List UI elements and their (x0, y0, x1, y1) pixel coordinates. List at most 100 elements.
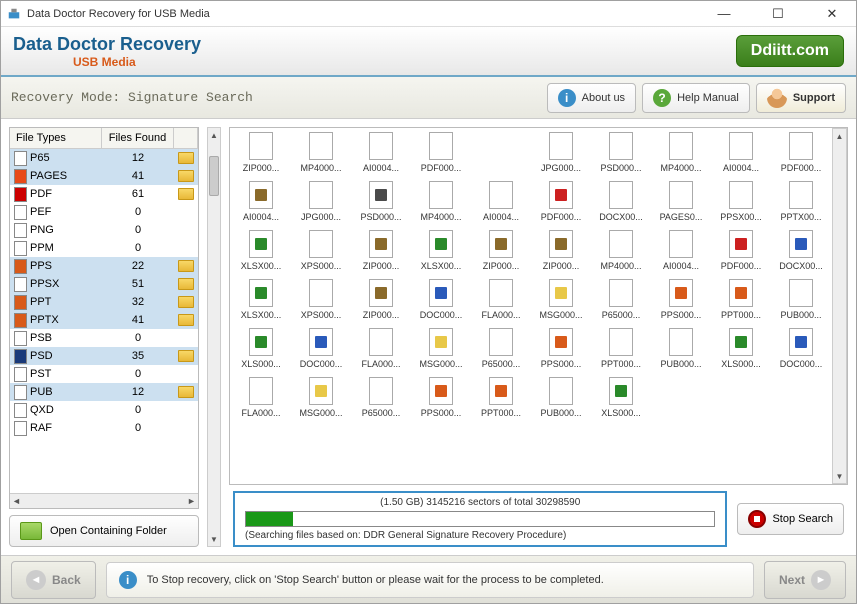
file-type-row[interactable]: PUB12 (10, 383, 198, 401)
close-button[interactable]: ✕ (814, 4, 850, 24)
vertical-scrollbar-grid[interactable]: ▲ ▼ (832, 128, 847, 484)
file-type-row[interactable]: PPM0 (10, 239, 198, 257)
file-item[interactable]: AI0004... (232, 181, 290, 222)
file-item[interactable]: PPS000... (412, 377, 470, 418)
file-item[interactable]: PDF000... (532, 181, 590, 222)
about-us-button[interactable]: i About us (547, 83, 636, 113)
file-item[interactable]: XLSX00... (412, 230, 470, 271)
folder-icon[interactable] (178, 260, 194, 272)
file-type-row[interactable]: P6512 (10, 149, 198, 167)
open-containing-folder-button[interactable]: Open Containing Folder (9, 515, 199, 547)
file-item[interactable]: DOCX00... (772, 230, 830, 271)
file-item[interactable]: MSG000... (292, 377, 350, 418)
stop-search-button[interactable]: Stop Search (737, 503, 844, 535)
file-item[interactable] (772, 377, 830, 418)
file-item[interactable]: ZIP000... (532, 230, 590, 271)
file-item[interactable]: DOCX00... (592, 181, 650, 222)
file-type-row[interactable]: PPTX41 (10, 311, 198, 329)
file-item[interactable]: AI0004... (352, 132, 410, 173)
scroll-thumb[interactable] (209, 156, 219, 196)
file-type-row[interactable]: PST0 (10, 365, 198, 383)
file-item[interactable]: XLS000... (712, 328, 770, 369)
file-item[interactable]: XLS000... (232, 328, 290, 369)
file-item[interactable] (472, 132, 530, 173)
file-item[interactable]: MP4000... (592, 230, 650, 271)
file-item[interactable]: JPG000... (292, 181, 350, 222)
file-item[interactable]: DOC000... (292, 328, 350, 369)
file-item[interactable]: PPT000... (712, 279, 770, 320)
file-item[interactable]: ZIP000... (472, 230, 530, 271)
file-item[interactable]: AI0004... (472, 181, 530, 222)
file-type-row[interactable]: PSD35 (10, 347, 198, 365)
vertical-scrollbar-left[interactable]: ▲ ▼ (207, 127, 221, 547)
file-item[interactable]: MSG000... (412, 328, 470, 369)
file-item[interactable]: XLSX00... (232, 230, 290, 271)
file-item[interactable]: FLA000... (472, 279, 530, 320)
minimize-button[interactable]: — (706, 4, 742, 24)
file-item[interactable]: DOC000... (772, 328, 830, 369)
file-type-row[interactable]: PPSX51 (10, 275, 198, 293)
horizontal-scrollbar[interactable]: ◄ ► (10, 493, 198, 508)
file-item[interactable]: PPT000... (592, 328, 650, 369)
file-item[interactable]: AI0004... (712, 132, 770, 173)
folder-icon[interactable] (178, 386, 194, 398)
file-item[interactable]: PPSX00... (712, 181, 770, 222)
file-item[interactable]: PSD000... (592, 132, 650, 173)
file-item[interactable]: PDF000... (712, 230, 770, 271)
file-item[interactable]: PDF000... (772, 132, 830, 173)
file-item[interactable]: PAGES0... (652, 181, 710, 222)
back-button[interactable]: ◄ Back (11, 561, 96, 599)
folder-icon[interactable] (178, 170, 194, 182)
file-type-row[interactable]: PPS22 (10, 257, 198, 275)
folder-icon[interactable] (178, 314, 194, 326)
file-item[interactable]: PUB000... (772, 279, 830, 320)
file-item[interactable]: PPTX00... (772, 181, 830, 222)
file-item[interactable] (652, 377, 710, 418)
file-item[interactable]: MP4000... (652, 132, 710, 173)
file-item[interactable] (712, 377, 770, 418)
scroll-up-icon[interactable]: ▲ (208, 128, 220, 142)
file-item[interactable]: MSG000... (532, 279, 590, 320)
file-grid[interactable]: ZIP000...MP4000...AI0004...PDF000...JPG0… (230, 128, 832, 484)
folder-icon[interactable] (178, 350, 194, 362)
next-button[interactable]: Next ► (764, 561, 846, 599)
file-item[interactable]: P65000... (472, 328, 530, 369)
file-type-row[interactable]: RAF0 (10, 419, 198, 437)
maximize-button[interactable]: ☐ (760, 4, 796, 24)
file-item[interactable]: XPS000... (292, 230, 350, 271)
file-type-row[interactable]: PSB0 (10, 329, 198, 347)
file-item[interactable]: PUB000... (652, 328, 710, 369)
file-item[interactable]: P65000... (592, 279, 650, 320)
header-files-found[interactable]: Files Found (102, 128, 174, 148)
scroll-down-icon[interactable]: ▼ (208, 532, 220, 546)
file-item[interactable]: ZIP000... (232, 132, 290, 173)
grid-scroll-up-icon[interactable]: ▲ (833, 129, 846, 143)
folder-icon[interactable] (178, 188, 194, 200)
file-type-row[interactable]: PNG0 (10, 221, 198, 239)
scroll-right-icon[interactable]: ► (187, 496, 196, 506)
file-item[interactable]: ZIP000... (352, 230, 410, 271)
file-item[interactable]: ZIP000... (352, 279, 410, 320)
file-item[interactable]: XLSX00... (232, 279, 290, 320)
file-item[interactable]: PPT000... (472, 377, 530, 418)
scroll-left-icon[interactable]: ◄ (12, 496, 21, 506)
file-item[interactable]: MP4000... (292, 132, 350, 173)
file-item[interactable]: MP4000... (412, 181, 470, 222)
file-item[interactable]: JPG000... (532, 132, 590, 173)
file-type-row[interactable]: QXD0 (10, 401, 198, 419)
header-file-types[interactable]: File Types (10, 128, 102, 148)
file-item[interactable]: AI0004... (652, 230, 710, 271)
folder-icon[interactable] (178, 152, 194, 164)
file-types-body[interactable]: P6512PAGES41PDF61PEF0PNG0PPM0PPS22PPSX51… (10, 149, 198, 493)
folder-icon[interactable] (178, 278, 194, 290)
file-item[interactable]: FLA000... (352, 328, 410, 369)
file-item[interactable]: PUB000... (532, 377, 590, 418)
grid-scroll-down-icon[interactable]: ▼ (833, 469, 846, 483)
file-item[interactable]: PPS000... (532, 328, 590, 369)
file-item[interactable]: FLA000... (232, 377, 290, 418)
file-item[interactable]: XLS000... (592, 377, 650, 418)
file-item[interactable]: PPS000... (652, 279, 710, 320)
file-item[interactable]: PSD000... (352, 181, 410, 222)
file-type-row[interactable]: PDF61 (10, 185, 198, 203)
file-item[interactable]: XPS000... (292, 279, 350, 320)
